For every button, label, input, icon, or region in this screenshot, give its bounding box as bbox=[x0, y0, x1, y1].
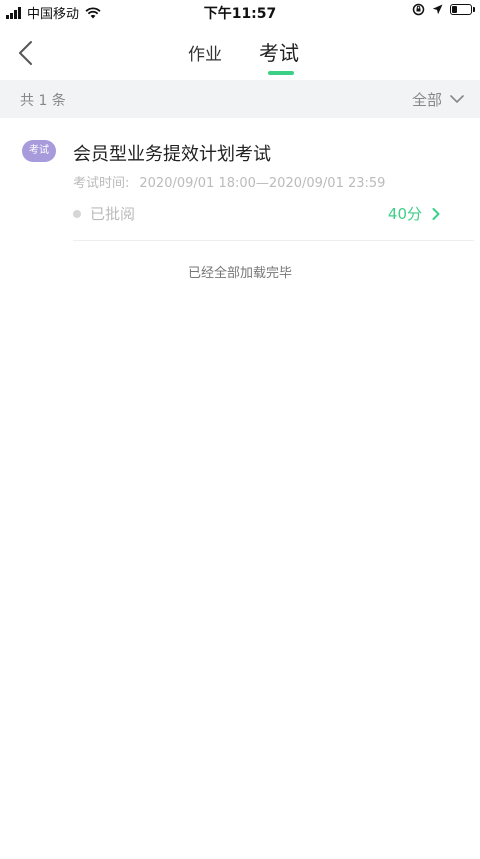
exam-time-range: 2020/09/01 18:00—2020/09/01 23:59 bbox=[139, 176, 386, 191]
status-right bbox=[412, 3, 475, 16]
exam-time: 考试时间: 2020/09/01 18:00—2020/09/01 23:59 bbox=[73, 172, 385, 191]
exam-list-item[interactable]: 考试 会员型业务提效计划考试 考试时间: 2020/09/01 18:00—202… bbox=[0, 118, 480, 242]
status-bar: 中国移动 下午11:57 bbox=[0, 0, 480, 24]
orientation-lock-icon bbox=[412, 3, 425, 16]
nav-bar: 作业 考试 bbox=[0, 24, 480, 80]
exam-score: 40分 bbox=[387, 205, 422, 223]
filter-dropdown[interactable]: 全部 bbox=[412, 89, 464, 110]
filter-dropdown-label: 全部 bbox=[411, 91, 442, 109]
chevron-right-icon bbox=[432, 207, 440, 220]
tab-homework[interactable]: 作业 bbox=[188, 40, 222, 65]
exam-type-badge: 考试 bbox=[22, 140, 56, 162]
battery-icon bbox=[450, 4, 475, 15]
result-count: 共 1 条 bbox=[20, 93, 66, 109]
filter-bar: 共 1 条 全部 bbox=[0, 80, 480, 118]
tab-bar: 作业 考试 bbox=[0, 24, 480, 80]
chevron-down-icon bbox=[450, 95, 464, 104]
status-time: 下午11:57 bbox=[203, 6, 277, 22]
active-tab-indicator bbox=[268, 71, 294, 75]
load-complete-note: 已经全部加载完毕 bbox=[187, 266, 292, 281]
exam-title: 会员型业务提效计划考试 bbox=[73, 144, 271, 165]
exam-score-link[interactable]: 40分 bbox=[388, 203, 440, 224]
exam-status: 已批阅 bbox=[90, 205, 136, 223]
item-divider bbox=[73, 240, 474, 241]
location-icon bbox=[432, 4, 443, 15]
status-dot bbox=[73, 210, 81, 218]
tab-exam[interactable]: 考试 bbox=[259, 37, 299, 66]
exam-time-label: 考试时间: bbox=[73, 176, 130, 191]
